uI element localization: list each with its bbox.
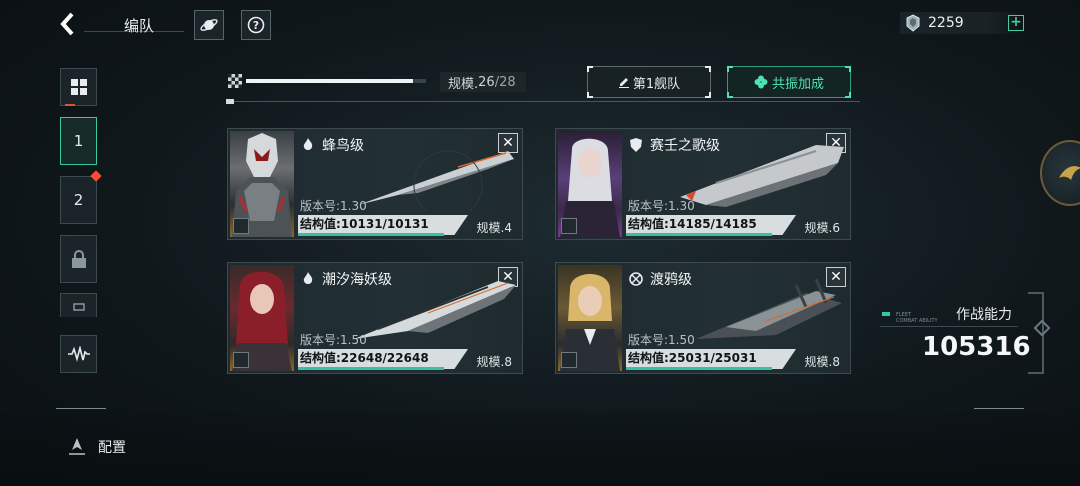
- divider-tick: [226, 99, 234, 104]
- crystal-icon: [906, 14, 920, 32]
- ship-card[interactable]: 赛壬之歌级 ✕ 版本号:1.30 结构值:14185/14185 规模.6: [555, 128, 851, 240]
- resonance-bonus-button[interactable]: 共振加成: [727, 66, 851, 98]
- rank-badge: [561, 352, 577, 368]
- commander-portrait: [230, 265, 294, 371]
- sidebar-fleet-1-label: 1: [73, 132, 84, 150]
- ship-card[interactable]: 潮汐海妖级 ✕ 版本号:1.50 结构值:22648/22648 规模.8: [227, 262, 523, 374]
- ship-version: 版本号:1.50: [300, 333, 367, 347]
- help-icon: ?: [247, 16, 265, 34]
- ship-structure-bar: [626, 233, 772, 236]
- ship-structure-bar: [298, 367, 444, 370]
- bottom-line-right: [974, 408, 1024, 409]
- power-sub-label: FLEET COMBAT ABILITY: [896, 312, 938, 324]
- add-currency-button[interactable]: +: [1008, 15, 1024, 31]
- combat-power-value: 105316: [922, 332, 1031, 362]
- ship-version: 版本号:1.30: [628, 199, 695, 213]
- ship-structure: 结构值:25031/25031: [626, 349, 796, 369]
- sidebar-extra-slot[interactable]: [60, 293, 97, 317]
- rank-badge: [561, 218, 577, 234]
- sidebar-fleet-2[interactable]: 2: [60, 176, 97, 224]
- checkered-flag-icon: [228, 74, 242, 88]
- ship-version: 版本号:1.30: [300, 199, 367, 213]
- fleet-scale-readout: 规模. 26 /28: [440, 72, 526, 92]
- fleet-scale-current: 26: [478, 74, 495, 90]
- square-icon: [72, 302, 85, 311]
- ship-scale: 规模.6: [804, 221, 840, 235]
- shield-icon: [630, 138, 642, 152]
- ship-scale: 规模.8: [476, 355, 512, 369]
- flame-icon: [303, 272, 313, 284]
- commander-portrait: [230, 131, 294, 237]
- fleet-scale-max: /28: [494, 74, 516, 90]
- sidebar-locked-slot[interactable]: [60, 235, 97, 283]
- ship-scale: 规模.4: [476, 221, 512, 235]
- sidebar-fleet-2-label: 2: [73, 191, 84, 209]
- clover-icon: [754, 75, 768, 89]
- planet-icon: [200, 19, 218, 31]
- pencil-icon: [618, 78, 629, 88]
- commander-portrait: [558, 265, 622, 371]
- lock-icon: [71, 250, 86, 268]
- sidebar-accent: [65, 104, 75, 106]
- fleet-scale-progress: [246, 79, 426, 83]
- currency-value: 2259: [928, 15, 964, 31]
- power-diamond: [1033, 319, 1051, 337]
- chevron-left-icon: [60, 12, 74, 36]
- rank-badge: [233, 352, 249, 368]
- power-accent: [882, 312, 890, 316]
- planet-button[interactable]: [194, 10, 224, 40]
- combat-power-label: 作战能力: [956, 307, 1012, 323]
- currency-display: 2259 +: [900, 12, 1024, 34]
- bottom-bar: [0, 412, 1080, 486]
- resonance-bonus-label: 共振加成: [771, 76, 824, 92]
- ship-structure: 结构值:10131/10131: [298, 215, 468, 235]
- ship-structure: 结构值:14185/14185: [626, 215, 796, 235]
- grid-icon: [70, 79, 87, 95]
- ship-structure-bar: [626, 367, 772, 370]
- ship-version: 版本号:1.50: [628, 333, 695, 347]
- ship-structure: 结构值:22648/22648: [298, 349, 468, 369]
- section-divider: [226, 101, 860, 102]
- ship-scale: 规模.8: [804, 355, 840, 369]
- target-icon: [629, 272, 643, 286]
- ship-card[interactable]: 蜂鸟级 ✕ 版本号:1.30 结构值:10131/10131 规模.4: [227, 128, 523, 240]
- flame-icon: [303, 138, 313, 150]
- sidebar-wave-button[interactable]: [60, 335, 97, 373]
- ship-card[interactable]: 渡鸦级 ✕ 版本号:1.50 结构值:25031/25031 规模.8: [555, 262, 851, 374]
- config-button[interactable]: 配置: [66, 436, 126, 458]
- rank-badge: [233, 218, 249, 234]
- commander-portrait: [558, 131, 622, 237]
- svg-text:?: ?: [253, 19, 259, 32]
- config-label: 配置: [98, 440, 126, 456]
- help-button[interactable]: ?: [241, 10, 271, 40]
- back-button[interactable]: [56, 10, 82, 38]
- power-divider: [880, 326, 1018, 327]
- fleet-scale-progress-fill: [246, 79, 414, 83]
- ship-config-icon: [69, 438, 85, 455]
- bottom-line-left: [56, 408, 106, 409]
- fleet-scale-label: 规模.: [448, 76, 479, 92]
- waveform-icon: [67, 346, 90, 362]
- fleet-name-label: 第1舰队: [632, 76, 681, 92]
- ship-structure-bar: [298, 233, 444, 236]
- sidebar-grid-button[interactable]: [60, 68, 97, 106]
- emblem-button[interactable]: [1040, 140, 1080, 206]
- sidebar-fleet-1[interactable]: 1: [60, 117, 97, 165]
- page-title: 编队: [124, 17, 155, 35]
- bird-emblem-icon: [1059, 166, 1080, 180]
- fleet-name-button[interactable]: 第1舰队: [587, 66, 711, 98]
